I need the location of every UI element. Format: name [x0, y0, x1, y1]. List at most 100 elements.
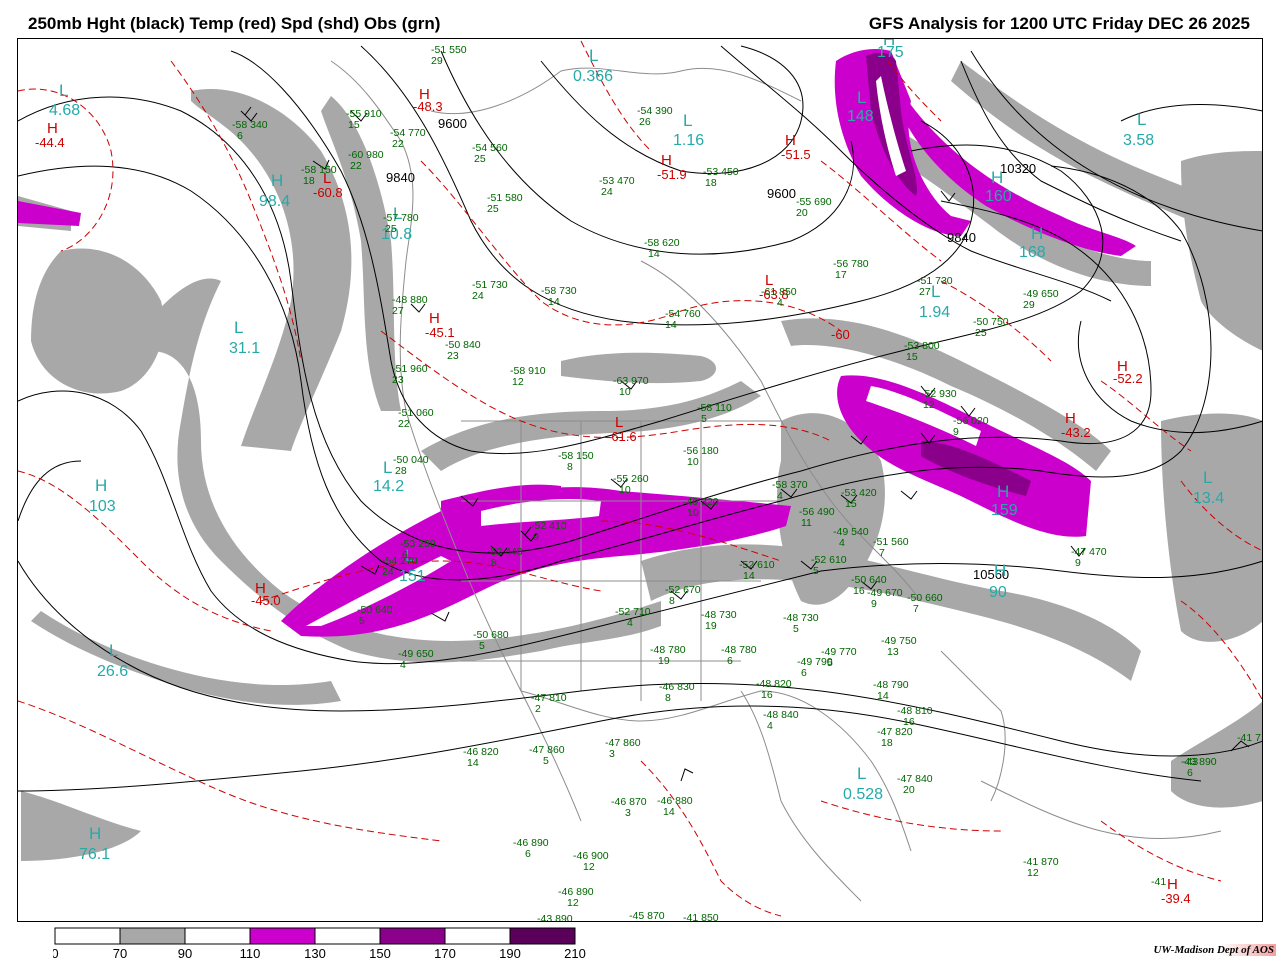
station-ob: -49 6504 [398, 648, 434, 671]
svg-text:-51.9: -51.9 [657, 167, 687, 182]
station-ob: -51 73024 [472, 279, 508, 302]
scale-tick-label: 190 [499, 946, 521, 960]
svg-text:12: 12 [583, 861, 595, 873]
svg-text:5: 5 [827, 657, 833, 669]
svg-text:15: 15 [348, 119, 360, 131]
svg-text:-48.3: -48.3 [413, 99, 443, 114]
height-center: L 1.16 [673, 111, 704, 149]
svg-text:29: 29 [1023, 299, 1035, 311]
svg-text:28: 28 [395, 465, 407, 477]
scale-bin [184, 927, 251, 945]
svg-text:-43: -43 [1183, 756, 1198, 768]
station-ob: -48 78019 [650, 644, 686, 667]
height-center: L 31.1 [229, 318, 260, 357]
svg-text:14: 14 [467, 757, 479, 769]
svg-text:6: 6 [1187, 767, 1193, 779]
scale-tick-label: 110 [240, 946, 261, 960]
scale-tick-label: 150 [369, 946, 391, 960]
svg-text:-41 7: -41 7 [1237, 732, 1261, 744]
station-ob: -51 06022 [398, 407, 434, 430]
station-ob: -51 5607 [873, 536, 909, 559]
svg-text:L: L [857, 88, 866, 107]
svg-text:3: 3 [609, 748, 615, 760]
temp-center: H-43.2 [1061, 410, 1091, 440]
station-ob: -48 81016 [897, 705, 933, 728]
scale-bin [119, 927, 186, 945]
svg-text:L: L [383, 458, 392, 477]
station-ob: -54 39026 [637, 105, 673, 128]
station-ob: -46 8308 [659, 681, 695, 704]
svg-text:6: 6 [727, 655, 733, 667]
svg-text:23: 23 [392, 374, 404, 386]
scale-tick-label: 70 [113, 946, 127, 960]
station-ob: -51 96023 [392, 363, 428, 386]
svg-text:19: 19 [705, 620, 717, 632]
station-ob: -48 7305 [783, 612, 819, 635]
scale-bin [509, 927, 576, 945]
station-ob: -46 90012 [573, 850, 609, 873]
svg-text:1.94: 1.94 [919, 304, 950, 321]
wind-speed-scale: 0 70 90 110 130 150 170 190 210 [51, 926, 653, 965]
svg-text:-45.0: -45.0 [251, 593, 281, 608]
svg-text:0.528: 0.528 [843, 786, 883, 803]
svg-text:76.1: 76.1 [79, 846, 110, 863]
station-ob: -51 55029 [431, 44, 467, 67]
scale-bin [379, 927, 446, 945]
svg-text:-39.4: -39.4 [1161, 891, 1191, 906]
svg-text:18: 18 [881, 737, 893, 749]
svg-text:10: 10 [619, 484, 631, 496]
chart-title: 250mb Hght (black) Temp (red) Spd (shd) … [28, 14, 441, 33]
analysis-time: GFS Analysis for 1200 UTC Friday DEC 26 … [868, 14, 1250, 33]
svg-text:25: 25 [385, 223, 397, 235]
svg-text:12: 12 [1027, 867, 1039, 879]
svg-text:8: 8 [567, 461, 573, 473]
station-ob: -58 1508 [558, 450, 594, 473]
scale-bin [444, 927, 511, 945]
scale-bin [249, 927, 316, 945]
svg-text:14: 14 [663, 806, 675, 818]
svg-text:0.366: 0.366 [573, 68, 613, 85]
svg-text:23: 23 [447, 350, 459, 362]
station-ob: -48 88027 [392, 294, 428, 317]
svg-text:-52.2: -52.2 [1113, 371, 1143, 386]
station-ob: -47 8603 [605, 737, 641, 760]
svg-text:H: H [95, 476, 107, 495]
credit-text: UW-Madison Dept of AOS [1151, 944, 1276, 956]
svg-text:-44.4: -44.4 [35, 135, 65, 150]
station-ob: -47 8102 [531, 692, 567, 715]
svg-text:27: 27 [392, 305, 404, 317]
height-label: 9600 [767, 186, 796, 201]
svg-text:3.58: 3.58 [1123, 132, 1154, 149]
station-ob: -51 58025 [487, 192, 523, 215]
svg-text:151: 151 [399, 568, 426, 585]
svg-text:103: 103 [89, 498, 116, 515]
station-ob: -46 88014 [657, 795, 693, 818]
svg-text:7: 7 [879, 547, 885, 559]
svg-text:15: 15 [906, 351, 918, 363]
svg-text:22: 22 [392, 138, 404, 150]
svg-text:L: L [857, 764, 866, 783]
svg-text:-61.6: -61.6 [607, 429, 637, 444]
station-ob: -50 6607 [907, 592, 943, 615]
svg-text:H: H [994, 561, 1006, 580]
svg-text:H: H [1031, 224, 1043, 243]
station-ob: -41 87012 [1023, 856, 1059, 879]
svg-text:16: 16 [853, 585, 865, 597]
svg-text:4: 4 [767, 720, 773, 732]
svg-text:160: 160 [985, 188, 1012, 205]
station-ob: -56 78017 [833, 258, 869, 281]
svg-text:14.2: 14.2 [373, 478, 404, 495]
station-ob: -46 8703 [611, 796, 647, 819]
station-ob: -43 890 [537, 913, 573, 921]
svg-text:-43.2: -43.2 [1061, 425, 1091, 440]
svg-text:14: 14 [877, 690, 889, 702]
scale-tick-label: 0 [53, 946, 59, 960]
svg-text:7: 7 [913, 603, 919, 615]
svg-text:L: L [589, 46, 598, 65]
svg-text:9: 9 [533, 531, 539, 543]
station-ob: -48 7806 [721, 644, 757, 667]
svg-text:-48 730: -48 730 [783, 612, 819, 624]
svg-text:25: 25 [474, 153, 486, 165]
svg-text:14: 14 [548, 296, 560, 308]
station-ob: -41 [1151, 876, 1166, 888]
